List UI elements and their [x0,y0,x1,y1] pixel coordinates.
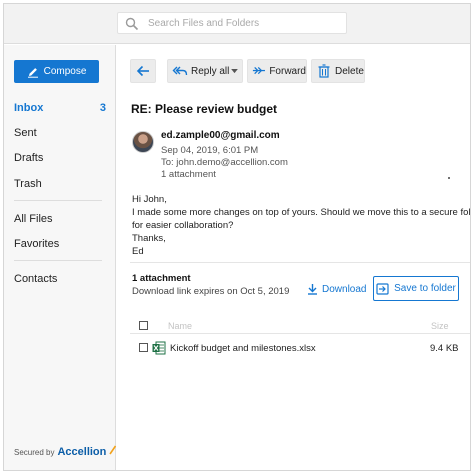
compose-label: Compose [43,66,87,77]
sidebar: Compose Inbox 3 Sent Drafts Trash All Fi… [4,45,117,470]
save-to-folder-button[interactable]: Save to folder [373,276,459,301]
save-to-folder-icon [376,282,389,295]
row-checkbox[interactable] [139,343,148,352]
sidebar-divider [14,200,102,201]
arrow-left-icon [136,65,149,77]
sidebar-item-label: Contacts [14,273,58,285]
search-placeholder: Search Files and Folders [148,18,260,29]
body-line: Thanks, [132,233,166,244]
back-button[interactable] [130,59,156,83]
select-all-checkbox[interactable] [139,321,148,330]
attachments-title: 1 attachment [132,273,191,284]
column-header-size[interactable]: Size [431,321,449,331]
file-name[interactable]: Kickoff budget and milestones.xlsx [170,343,316,354]
secured-by-footer: Secured by Accellion [14,445,117,458]
brand-logo-text: Accellion [57,446,107,458]
top-bar: Search Files and Folders [4,4,470,44]
file-size: 9.4 KB [430,343,459,354]
sidebar-item-drafts[interactable]: Drafts [14,152,106,164]
reply-all-button[interactable]: Reply all [167,59,243,83]
recipient-line: To: john.demo@accellion.com [161,157,288,168]
attachment-count: 1 attachment [161,169,216,180]
sidebar-divider [14,260,102,261]
body-line: Ed [132,246,144,257]
sidebar-item-label: Favorites [14,238,60,250]
reply-all-icon [172,66,188,76]
search-icon [125,17,139,31]
sender-avatar [132,131,154,153]
sidebar-item-label: Trash [14,178,42,190]
scroll-indicator [448,177,450,179]
download-label: Download [322,283,367,295]
reply-options-dropdown[interactable] [226,60,242,82]
secured-by-text: Secured by [14,448,55,457]
reply-all-label: Reply all [191,65,230,77]
column-header-name[interactable]: Name [168,321,192,331]
sender-email: ed.zample00@gmail.com [161,130,280,141]
trash-icon [318,64,330,78]
message-pane: Reply all Forward Delete RE: Please revi… [117,45,471,470]
excel-icon [152,341,166,355]
save-to-folder-label: Save to folder [394,283,456,294]
search-input[interactable]: Search Files and Folders [117,12,347,34]
delete-button[interactable]: Delete [311,59,365,83]
sidebar-item-label: All Files [14,213,53,225]
forward-icon [252,66,265,75]
download-icon [308,284,317,295]
sidebar-item-label: Sent [14,127,37,139]
sidebar-item-label: Drafts [14,152,44,164]
app-window: Search Files and Folders Compose Inbox 3… [3,3,471,471]
sidebar-item-contacts[interactable]: Contacts [14,273,106,285]
forward-button[interactable]: Forward [247,59,307,83]
caret-down-icon [230,68,238,73]
delete-label: Delete [335,65,364,77]
download-expiry-text: Download link expires on Oct 5, 2019 [132,286,290,297]
sidebar-item-all-files[interactable]: All Files [14,213,106,225]
section-divider [130,262,470,263]
sidebar-item-favorites[interactable]: Favorites [14,238,106,250]
message-date: Sep 04, 2019, 6:01 PM [161,145,259,156]
pencil-icon [27,67,38,78]
body-line: for easier collaboration? [132,220,234,231]
body-line: I made some more changes on top of yours… [132,207,471,218]
message-subject: RE: Please review budget [131,102,278,116]
forward-label: Forward [269,65,306,77]
sidebar-item-trash[interactable]: Trash [14,178,106,190]
table-header-divider [130,333,470,334]
sidebar-item-inbox[interactable]: Inbox 3 [14,102,106,114]
download-button[interactable]: Download [307,283,366,295]
sidebar-item-sent[interactable]: Sent [14,127,106,139]
unread-count-badge: 3 [99,102,106,114]
body-line: Hi John, [132,194,167,205]
compose-button[interactable]: Compose [14,60,99,83]
sidebar-item-label: Inbox [14,102,44,114]
